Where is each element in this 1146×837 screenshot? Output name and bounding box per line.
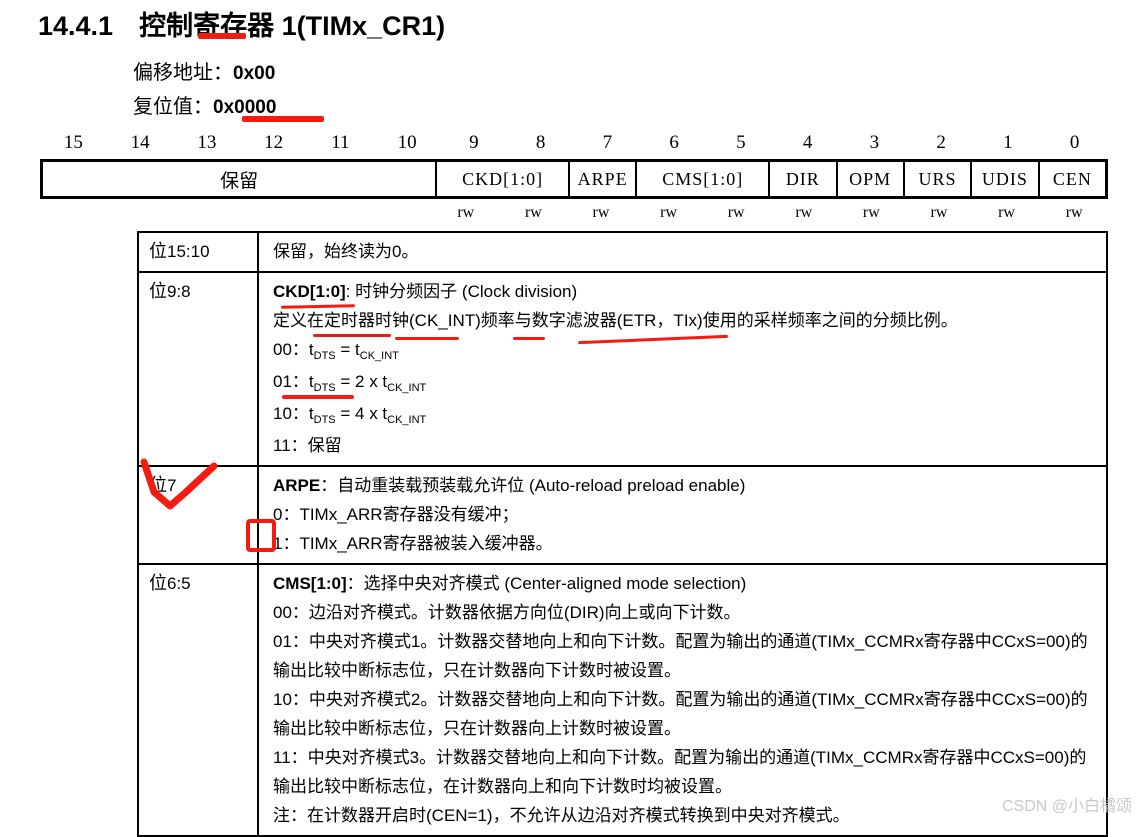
description-line: 10：中央对齐模式2。计数器交替地向上和向下计数。配置为输出的通道(TIMx_C…: [273, 690, 1088, 738]
access-label-4: rw: [727, 204, 745, 221]
access-label-5: rw: [795, 204, 813, 221]
register-field-cms10: CMS[1:0]: [637, 162, 771, 196]
description-line: 01：中央对齐模式1。计数器交替地向上和向下计数。配置为输出的通道(TIMx_C…: [273, 632, 1088, 680]
bit-description-cell: CKD[1:0]: 时钟分频因子 (Clock division) 定义在定时器时…: [259, 273, 1106, 465]
description-line: 注：在计数器开启时(CEN=1)，不允许从边沿对齐模式转换到中央对齐模式。: [273, 806, 850, 825]
red-underline-ck-int: [313, 334, 391, 337]
bit-number-7: 7: [602, 132, 613, 153]
section-title: 控制寄存器 1(TIMx_CR1): [139, 11, 446, 41]
description-line: 11：中央对齐模式3。计数器交替地向上和向下计数。配置为输出的通道(TIMx_C…: [273, 748, 1087, 796]
access-label-8: rw: [998, 204, 1015, 221]
red-underline-filter: [395, 337, 459, 340]
offset-address-line: 偏移地址：0x00: [133, 56, 275, 85]
table-row: 位7 ARPE：自动重装载预装载允许位 (Auto-reload preload …: [139, 467, 1106, 565]
description-line: 10：tDTS = 4 x tCK_INT: [273, 404, 427, 426]
red-underline-etr: [513, 337, 545, 340]
description-line: 定义在定时器时钟(CK_INT)频率与数字滤波器(ETR，TIx)使用的采样频率…: [273, 311, 958, 330]
table-row: 位6:5 CMS[1:0]：选择中央对齐模式 (Center-aligned mo…: [139, 565, 1106, 837]
bit-description-cell: 保留，始终读为0。: [259, 233, 1106, 271]
bit-number-2: 2: [936, 132, 946, 153]
register-field-arpe: ARPE: [570, 162, 638, 196]
reset-value-line: 复位值：0x0000: [133, 90, 276, 119]
access-label-2: rw: [592, 204, 610, 221]
offset-address-value: 0x00: [233, 63, 276, 84]
access-label-1: rw: [524, 204, 542, 221]
description-line: CMS[1:0]：选择中央对齐模式 (Center-aligned mode s…: [273, 574, 747, 593]
bit-number-10: 10: [397, 132, 417, 153]
access-label-6: rw: [862, 204, 880, 221]
access-label-0: rw: [457, 204, 475, 221]
register-access-row: rw rw rw rw rw rw rw rw rw rw: [432, 202, 1108, 224]
bit-number-8: 8: [535, 132, 546, 153]
bit-description-cell: ARPE：自动重装载预装载允许位 (Auto-reload preload en…: [259, 467, 1106, 563]
bit-number-15: 15: [63, 132, 83, 153]
description-line: 保留，始终读为0。: [273, 242, 419, 261]
red-underline-title: [198, 33, 246, 39]
register-field-urs: URS: [905, 162, 973, 196]
bit-number-12: 12: [264, 132, 284, 153]
description-line: 11：保留: [273, 436, 342, 455]
bit-number-3: 3: [869, 132, 880, 153]
red-checkmark-annotation: [140, 458, 218, 510]
bit-number-0: 0: [1069, 132, 1080, 153]
bit-number-6: 6: [669, 132, 679, 153]
bit-number-5: 5: [736, 132, 746, 153]
register-field-保留: 保留: [43, 162, 438, 196]
register-field-opm: OPM: [838, 162, 905, 196]
bit-number-14: 14: [130, 132, 150, 153]
red-underline-tdts-2x: [282, 395, 354, 399]
description-line: 1：TIMx_ARR寄存器被装入缓冲器。: [273, 534, 553, 553]
description-line: CKD[1:0]: 时钟分频因子 (Clock division): [273, 282, 578, 301]
bit-number-9: 9: [469, 132, 479, 153]
red-box-bit-value-one: [246, 519, 276, 552]
register-field-udis: UDIS: [972, 162, 1040, 196]
section-number: 14.4.1: [38, 11, 114, 41]
red-underline-reset-value: [242, 116, 324, 122]
reset-value-label: 复位值：: [133, 96, 213, 118]
bit-range-cell: 位9:8: [139, 273, 259, 465]
bit-range-cell: 位15:10: [139, 233, 259, 271]
access-label-7: rw: [930, 204, 948, 221]
bit-description-table: 位15:10 保留，始终读为0。 位9:8 CKD[1:0]: 时钟分频因子 (Clo…: [137, 231, 1108, 837]
description-line: ARPE：自动重装载预装载允许位 (Auto-reload preload en…: [273, 476, 746, 495]
register-field-ckd10: CKD[1:0]: [437, 162, 570, 196]
bit-number-row: 15 14 13 12 11 10 9 8 7 6 5 4 3 2 1 0: [40, 130, 1108, 156]
reset-value-value: 0x0000: [213, 97, 277, 118]
bit-number-13: 13: [197, 132, 217, 153]
csdn-watermark: CSDN @小白橘颂: [1001, 798, 1132, 815]
bit-range-cell: 位6:5: [139, 565, 259, 835]
bit-number-4: 4: [802, 132, 813, 153]
bit-number-1: 1: [1003, 132, 1013, 153]
bit-description-cell: CMS[1:0]：选择中央对齐模式 (Center-aligned mode s…: [259, 565, 1106, 835]
bit-number-11: 11: [331, 132, 350, 153]
access-label-9: rw: [1065, 204, 1083, 221]
description-line: 0：TIMx_ARR寄存器没有缓冲；: [273, 505, 519, 524]
access-label-3: rw: [660, 204, 678, 221]
description-line: 01：tDTS = 2 x tCK_INT: [273, 372, 427, 394]
register-field-dir: DIR: [770, 162, 838, 196]
register-field-cen: CEN: [1052, 168, 1092, 189]
table-row: 位9:8 CKD[1:0]: 时钟分频因子 (Clock division) 定义在…: [139, 273, 1106, 467]
offset-address-label: 偏移地址：: [133, 62, 233, 84]
register-field-table: 保留 CKD[1:0] ARPE CMS[1:0] DIR OPM URS UDIS CEN: [40, 159, 1108, 199]
description-line: 00：边沿对齐模式。计数器依据方向位(DIR)向上或向下计数。: [273, 603, 741, 622]
table-row: 位15:10 保留，始终读为0。: [139, 233, 1106, 273]
